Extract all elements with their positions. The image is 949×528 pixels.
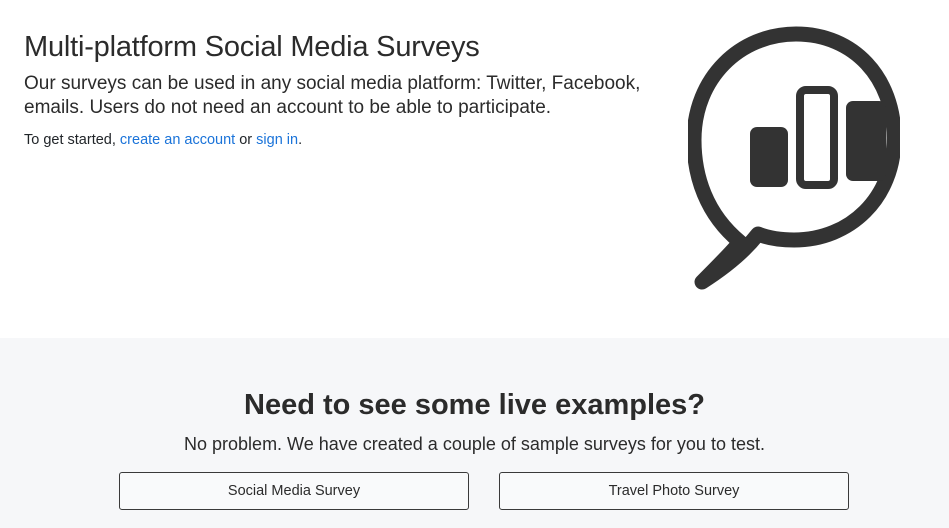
examples-title: Need to see some live examples? [244, 389, 705, 421]
suffix-text: . [298, 132, 303, 148]
get-started-prefix: To get started, [24, 132, 120, 148]
get-started-text: To get started, create an account or sig… [24, 130, 644, 150]
examples-section: Need to see some live examples? No probl… [0, 338, 949, 528]
hero-text: Multi-platform Social Media Surveys Our … [24, 30, 644, 150]
examples-subtitle: No problem. We have created a couple of … [184, 434, 765, 454]
hero-lead: Our surveys can be used in any social me… [24, 73, 641, 118]
page-title: Multi-platform Social Media Surveys [24, 31, 480, 63]
travel-photo-survey-button[interactable]: Travel Photo Survey [499, 472, 849, 510]
social-media-survey-button[interactable]: Social Media Survey [119, 472, 469, 510]
sign-in-link[interactable]: sign in [256, 132, 298, 148]
create-account-link[interactable]: create an account [120, 132, 235, 148]
speech-bubble-bar-chart-icon [688, 26, 900, 290]
hero-section: Multi-platform Social Media Surveys Our … [0, 0, 949, 338]
or-text: or [235, 132, 257, 148]
